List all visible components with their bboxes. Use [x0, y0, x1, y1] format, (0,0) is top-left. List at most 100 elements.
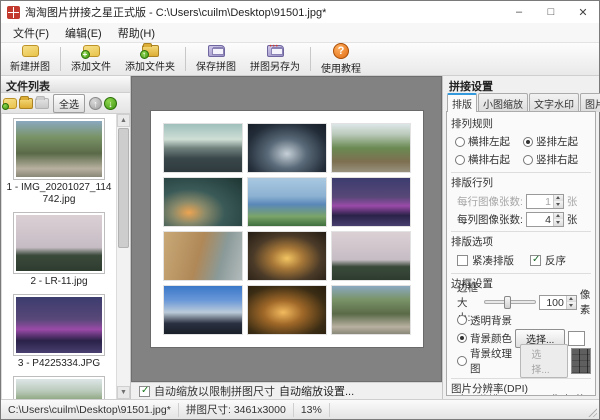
tab-layout[interactable]: 排版: [447, 93, 477, 112]
scrollbar-thumb[interactable]: [118, 128, 129, 248]
main-area: 文件列表 全选 ↑ ↓ 1 - IMG_20201027_114742.jpg: [1, 76, 599, 399]
spin-down-icon[interactable]: [554, 219, 563, 226]
minimize-button[interactable]: –: [503, 1, 535, 23]
dpi-group: 图片分辨率(DPI) 水平分辨率: 72 像素/英寸 垂直分辨率: 72: [451, 378, 591, 396]
autoscale-settings-link[interactable]: 自动缩放设置...: [279, 383, 354, 399]
spin-down-icon[interactable]: [554, 201, 563, 208]
save-as-button[interactable]: ••• 拼图另存为: [243, 44, 307, 74]
toolbar-button-label: 保存拼图: [196, 58, 236, 73]
autoscale-checkbox[interactable]: [139, 386, 150, 397]
select-all-button[interactable]: 全选: [53, 94, 85, 113]
preview-canvas[interactable]: [131, 76, 442, 382]
layout-options-group: 排版选项 紧凑排版 反序: [451, 231, 591, 270]
grid-group-title: 排版行列: [451, 175, 591, 190]
menu-file[interactable]: 文件(F): [5, 23, 57, 43]
choose-texture-button[interactable]: 选择...: [520, 344, 568, 378]
radio-vertical-right[interactable]: 竖排右起: [523, 152, 591, 167]
collage-photo-4[interactable]: [163, 177, 243, 227]
collage-photo-7[interactable]: [163, 231, 243, 281]
list-item[interactable]: 1 - IMG_20201027_114742.jpg: [2, 118, 116, 206]
save-collage-button[interactable]: 保存拼图: [189, 44, 243, 74]
move-down-button[interactable]: ↓: [104, 97, 117, 110]
grid-group: 排版行列 每行图像张数: 1 张 每列图像张数: 4: [451, 172, 591, 228]
scrollbar-track[interactable]: [117, 127, 130, 386]
horizontal-dpi-unit: 像素/英寸: [551, 392, 591, 396]
collage-preview[interactable]: [151, 111, 423, 347]
radio-icon: [523, 137, 533, 147]
app-icon: [7, 6, 20, 19]
images-per-row-field: 每行图像张数: 1 张: [451, 192, 591, 210]
thumbnail-frame: [13, 294, 105, 356]
add-folder-small-button[interactable]: [19, 98, 33, 109]
menu-edit[interactable]: 编辑(E): [57, 23, 110, 43]
collage-photo-6[interactable]: [331, 177, 411, 227]
radio-icon: [457, 356, 467, 366]
collage-photo-3[interactable]: [331, 123, 411, 173]
scroll-up-icon[interactable]: ▲: [117, 114, 130, 127]
file-list-items: 1 - IMG_20201027_114742.jpg 2 - LR-11.jp…: [2, 114, 116, 399]
list-item[interactable]: 2 - LR-11.jpg: [2, 212, 116, 288]
add-folder-button[interactable]: ↑ 添加文件夹: [118, 44, 182, 74]
compact-label: 紧凑排版: [472, 253, 514, 268]
slider-thumb[interactable]: [504, 296, 511, 309]
menu-help[interactable]: 帮助(H): [110, 23, 163, 43]
resize-grip-icon[interactable]: [587, 407, 597, 417]
radio-label: 竖排右起: [536, 152, 578, 167]
collage-photo-12[interactable]: [331, 285, 411, 335]
new-collage-button[interactable]: 新建拼图: [3, 44, 57, 74]
toolbar-button-label: 添加文件: [71, 58, 111, 73]
collage-photo-5[interactable]: [247, 177, 327, 227]
add-file-button[interactable]: + 添加文件: [64, 44, 118, 74]
remove-file-button[interactable]: [35, 98, 49, 109]
border-size-slider[interactable]: [484, 300, 536, 304]
tab-image-watermark[interactable]: 图片水印: [580, 93, 600, 112]
thumbnail-village: [16, 379, 102, 399]
maximize-button[interactable]: □: [535, 1, 567, 23]
new-collage-icon: [22, 45, 39, 57]
collage-photo-11[interactable]: [247, 285, 327, 335]
toolbar-button-label: 拼图另存为: [250, 58, 300, 73]
settings-title: 拼接设置: [446, 76, 596, 93]
collage-photo-2[interactable]: [247, 123, 327, 173]
per-row-stepper[interactable]: 1: [526, 194, 564, 209]
border-size-stepper[interactable]: 100: [539, 295, 577, 310]
radio-vertical-left[interactable]: 竖排左起: [523, 134, 591, 149]
toolbar-button-label: 使用教程: [321, 60, 361, 75]
file-list: 1 - IMG_20201027_114742.jpg 2 - LR-11.jp…: [1, 114, 130, 399]
collage-photo-8[interactable]: [247, 231, 327, 281]
radio-icon: [455, 155, 465, 165]
titlebar: 淘淘图片拼接之星正式版 - C:\Users\cuilm\Desktop\915…: [1, 1, 599, 23]
tab-image-scale[interactable]: 小图缩放: [478, 93, 528, 112]
radio-icon: [523, 155, 533, 165]
radio-label: 竖排左起: [536, 134, 578, 149]
add-file-small-button[interactable]: [3, 98, 17, 109]
per-col-stepper[interactable]: 4: [526, 212, 564, 227]
close-button[interactable]: ✕: [567, 1, 599, 23]
status-file-path: C:\Users\cuilm\Desktop\91501.jpg*: [1, 403, 179, 417]
thumbnail-frame: [13, 118, 105, 180]
collage-photo-1[interactable]: [163, 123, 243, 173]
tab-text-watermark[interactable]: 文字水印: [529, 93, 579, 112]
file-list-scrollbar[interactable]: ▲ ▼: [116, 114, 130, 399]
collage-photo-10[interactable]: [163, 285, 243, 335]
move-up-button[interactable]: ↑: [89, 97, 102, 110]
scroll-down-icon[interactable]: ▼: [117, 386, 130, 399]
file-list-panel: 文件列表 全选 ↑ ↓ 1 - IMG_20201027_114742.jpg: [1, 76, 131, 399]
transparent-bg-option[interactable]: 透明背景: [451, 311, 591, 329]
radio-horizontal-left[interactable]: 横排左起: [455, 134, 523, 149]
radio-horizontal-right[interactable]: 横排右起: [455, 152, 523, 167]
settings-content: 排列规则 横排左起 竖排左起 横排右起: [446, 111, 596, 396]
list-item[interactable]: [2, 376, 116, 399]
arrangement-options: 横排左起 竖排左起 横排右起 竖排右起: [451, 133, 591, 169]
toolbar-separator: [310, 47, 311, 71]
arrangement-group: 排列规则 横排左起 竖排左起 横排右起: [451, 114, 591, 169]
file-caption: 3 - P4225334.JPG: [5, 358, 113, 370]
per-col-unit: 张: [567, 212, 578, 227]
tutorial-button[interactable]: ? 使用教程: [314, 44, 368, 74]
collage-photo-9[interactable]: [331, 231, 411, 281]
bg-texture-option[interactable]: 背景纹理图 选择...: [451, 347, 591, 375]
compact-checkbox[interactable]: [457, 255, 468, 266]
reverse-checkbox[interactable]: [530, 255, 541, 266]
spin-down-icon[interactable]: [567, 302, 576, 309]
list-item[interactable]: 3 - P4225334.JPG: [2, 294, 116, 370]
